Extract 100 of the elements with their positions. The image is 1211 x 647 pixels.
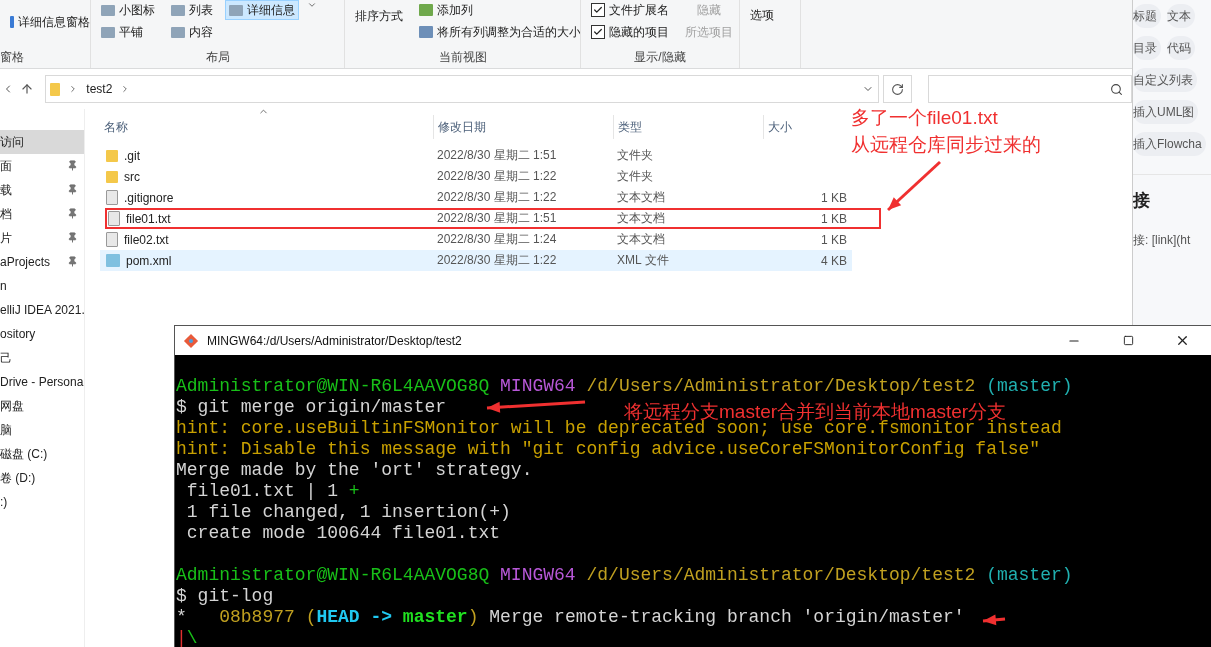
search-field[interactable]: [928, 75, 1132, 103]
file-row[interactable]: file01.txt 2022/8/30 星期二 1:51 文本文档 1 KB: [105, 208, 881, 229]
toolbar-chip[interactable]: 代码: [1167, 36, 1195, 60]
address-bar[interactable]: test2: [45, 75, 879, 103]
file-row[interactable]: pom.xml 2022/8/30 星期二 1:22 XML 文件 4 KB: [100, 250, 852, 271]
sidebar-item[interactable]: 己: [0, 346, 84, 370]
add-column-button[interactable]: 添加列: [415, 0, 580, 20]
sidebar-item[interactable]: 载: [0, 178, 84, 202]
sidebar-item[interactable]: 片: [0, 226, 84, 250]
terminal-line: hint: Disable this message with "git config advice.useCoreFSMonitorConfig false": [176, 439, 1041, 460]
modified-date: 2022/8/30 星期二 1:51: [436, 210, 558, 227]
checkbox[interactable]: [591, 3, 605, 17]
file-type: 文本文档: [616, 189, 666, 206]
file-size: 1 KB: [820, 232, 847, 247]
pin-icon[interactable]: [67, 184, 78, 195]
group-label: 当前视图: [437, 49, 488, 66]
sidebar-item[interactable]: n: [0, 274, 84, 298]
folder-icon: [106, 170, 118, 183]
column-header[interactable]: 名称: [100, 115, 433, 139]
toolbar-chip[interactable]: 标题: [1133, 4, 1161, 28]
pin-icon[interactable]: [67, 256, 78, 267]
column-header[interactable]: 修改日期: [433, 115, 613, 139]
hide-selected-label: 隐藏: [696, 1, 722, 19]
sidebar-item[interactable]: ository: [0, 322, 84, 346]
sidebar-item[interactable]: 网盘: [0, 394, 84, 418]
sidebar-item[interactable]: 磁盘 (C:): [0, 442, 84, 466]
terminal-line: create mode 100644 file01.txt: [185, 523, 501, 544]
annotation-arrow: [982, 614, 1006, 626]
search-icon: [1110, 82, 1123, 96]
file-type: 文本文档: [616, 210, 666, 227]
layout-option[interactable]: 详细信息: [225, 0, 299, 20]
layout-option[interactable]: 内容: [167, 22, 217, 42]
sidebar-item[interactable]: aProjects: [0, 250, 84, 274]
sidebar-item[interactable]: 档: [0, 202, 84, 226]
file-type: 文件夹: [616, 168, 654, 185]
refresh-button[interactable]: [882, 75, 913, 103]
file-type: XML 文件: [616, 252, 670, 269]
modified-date: 2022/8/30 星期二 1:51: [436, 147, 558, 164]
file-row[interactable]: file02.txt 2022/8/30 星期二 1:24 文本文档 1 KB: [100, 229, 852, 250]
pin-icon[interactable]: [67, 232, 78, 243]
window-title: MINGW64:/d/Users/Administrator/Desktop/test2: [207, 333, 463, 348]
modified-date: 2022/8/30 星期二 1:24: [436, 231, 558, 248]
terminal-line: Administrator@WIN-R6L4AAVOG8Q MINGW64 /d/Users/Administrator/Desktop/test2 (master): [176, 376, 1073, 397]
path-segment[interactable]: test2: [86, 82, 113, 96]
section-heading: 接: [1133, 174, 1211, 212]
layout-option[interactable]: 列表: [167, 0, 217, 20]
file-name: pom.xml: [100, 253, 433, 268]
sidebar-item[interactable]: 卷 (D:): [0, 466, 84, 490]
file-name: file02.txt: [100, 232, 433, 247]
toolbar-chip[interactable]: 插入UML图: [1133, 100, 1199, 124]
file-size: 1 KB: [820, 190, 847, 205]
sidebar-item[interactable]: 面: [0, 154, 84, 178]
sidebar-item[interactable]: Drive - Persona: [0, 370, 84, 394]
file-name: src: [100, 169, 433, 184]
link-syntax-text: 接: [link](ht: [1133, 232, 1192, 249]
modified-date: 2022/8/30 星期二 1:22: [436, 189, 558, 206]
layout-option[interactable]: 小图标: [97, 0, 159, 20]
terminal-line: * 08b8977 (HEAD -> master) Merge remote-tracking branch 'origin/master': [176, 607, 965, 628]
toolbar-chip[interactable]: 插入Flowcha: [1133, 132, 1206, 156]
checkbox-option[interactable]: 文件扩展名: [587, 0, 673, 20]
document-icon: [106, 190, 118, 205]
file-icon: [106, 254, 120, 267]
hide-selected-label: 所选项目: [684, 23, 734, 41]
maximize-icon[interactable]: [1122, 335, 1134, 346]
file-type: 文本文档: [616, 231, 666, 248]
terminal-line: Merge made by the 'ort' strategy.: [176, 460, 533, 481]
sidebar-item[interactable]: :): [0, 490, 84, 514]
check-icon: [593, 27, 603, 37]
annotation-arrow: [887, 160, 941, 212]
pin-icon[interactable]: [67, 208, 78, 219]
toolbar-chip[interactable]: 目录: [1133, 36, 1161, 60]
check-icon: [593, 5, 603, 15]
details-pane-button[interactable]: 详细信息窗格: [6, 12, 90, 32]
file-size: 4 KB: [820, 253, 847, 268]
document-icon: [108, 211, 120, 226]
terminal-line: Administrator@WIN-R6L4AAVOG8Q MINGW64 /d/Users/Administrator/Desktop/test2 (master): [176, 565, 1073, 586]
toolbar-chip[interactable]: 自定义列表: [1133, 68, 1197, 92]
group-label: 显示/隐藏: [633, 49, 687, 66]
file-name: .gitignore: [100, 190, 433, 205]
sort-button[interactable]: 排序方式: [351, 6, 407, 26]
file-row[interactable]: src 2022/8/30 星期二 1:22 文件夹: [100, 166, 852, 187]
modified-date: 2022/8/30 星期二 1:22: [436, 168, 558, 185]
pin-icon[interactable]: [67, 160, 78, 171]
refresh-icon: [891, 82, 905, 96]
options-button[interactable]: 选项: [746, 5, 778, 25]
file-name: .git: [100, 148, 433, 163]
checkbox[interactable]: [591, 25, 605, 39]
layout-option[interactable]: 平铺: [97, 22, 159, 42]
checkbox-option[interactable]: 隐藏的项目: [587, 22, 673, 42]
file-row[interactable]: .gitignore 2022/8/30 星期二 1:22 文本文档 1 KB: [100, 187, 852, 208]
group-label: 布局: [204, 49, 231, 66]
file-size: 1 KB: [820, 211, 847, 226]
file-row[interactable]: .git 2022/8/30 星期二 1:51 文件夹: [100, 145, 852, 166]
toolbar-chip[interactable]: 文本: [1167, 4, 1195, 28]
column-header[interactable]: 类型: [613, 115, 763, 139]
terminal-line: $ git merge origin/master: [176, 397, 447, 418]
sidebar-item[interactable]: elliJ IDEA 2021.: [0, 298, 84, 322]
sidebar-item[interactable]: 访问: [0, 130, 84, 154]
scroll-down-icon[interactable]: [307, 0, 317, 10]
sidebar-item[interactable]: 脑: [0, 418, 84, 442]
